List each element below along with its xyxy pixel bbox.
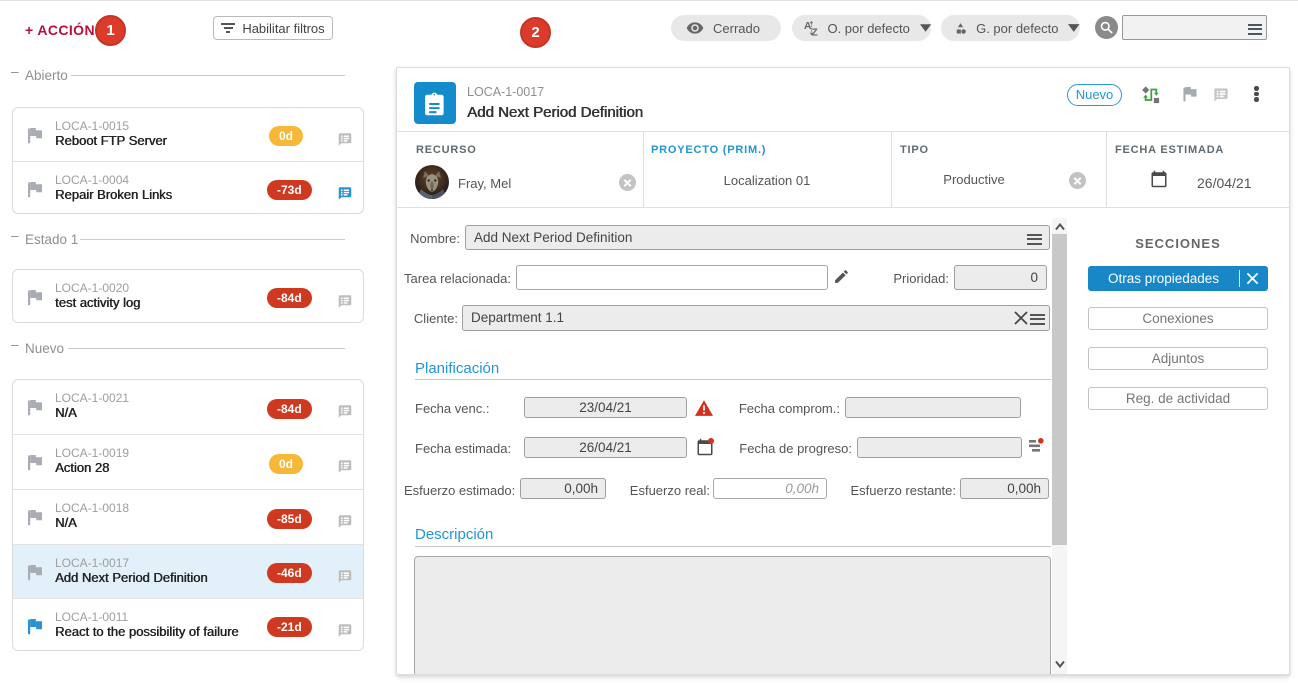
svg-text:Z: Z [811, 28, 817, 37]
